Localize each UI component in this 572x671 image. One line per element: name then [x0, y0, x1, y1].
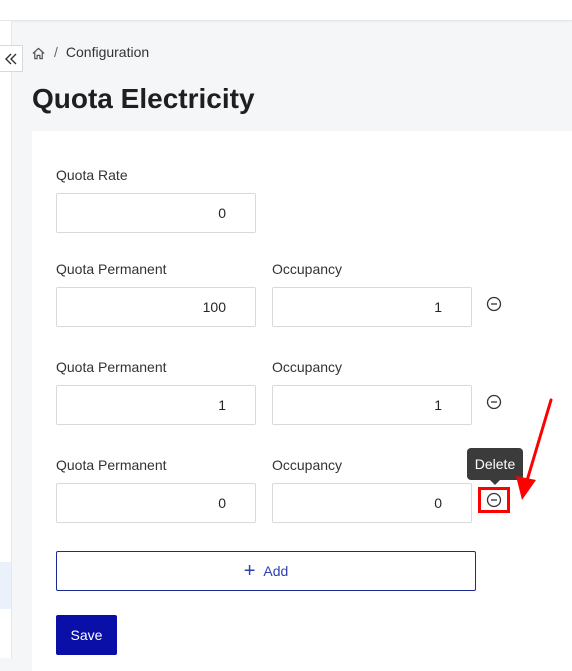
plus-icon: + [243, 560, 256, 582]
annotation-arrow-icon [516, 398, 553, 500]
delete-row-button[interactable] [485, 393, 503, 411]
breadcrumb-separator: / [54, 44, 58, 60]
double-chevron-left-icon [5, 53, 17, 64]
delete-row-button[interactable] [485, 491, 503, 509]
breadcrumb-current[interactable]: Configuration [66, 44, 149, 60]
minus-circle-icon [486, 296, 502, 312]
sidebar-active-item[interactable] [0, 562, 11, 609]
quota-permanent-input[interactable] [56, 385, 256, 425]
delete-row-button[interactable] [485, 295, 503, 313]
top-bar [0, 0, 572, 21]
occupancy-label: Occupancy [272, 261, 343, 277]
quota-permanent-label: Quota Permanent [56, 261, 167, 277]
sidebar [0, 21, 12, 658]
home-icon[interactable] [31, 46, 46, 61]
occupancy-input[interactable] [272, 483, 472, 523]
quota-rate-input[interactable] [56, 193, 256, 233]
collapse-sidebar-button[interactable] [0, 45, 23, 72]
minus-circle-icon [486, 394, 502, 410]
occupancy-input[interactable] [272, 385, 472, 425]
add-button-label: Add [263, 563, 289, 579]
quota-rate-label: Quota Rate [56, 167, 128, 183]
quota-permanent-input[interactable] [56, 483, 256, 523]
quota-permanent-label: Quota Permanent [56, 359, 167, 375]
breadcrumb: / Configuration [31, 43, 149, 61]
page-title: Quota Electricity [32, 83, 255, 114]
quota-permanent-label: Quota Permanent [56, 457, 167, 473]
minus-circle-icon [486, 492, 502, 508]
save-button[interactable]: Save [56, 615, 117, 655]
occupancy-label: Occupancy [272, 359, 343, 375]
occupancy-input[interactable] [272, 287, 472, 327]
occupancy-label: Occupancy [272, 457, 343, 473]
add-row-button[interactable]: + Add [56, 551, 476, 591]
quota-permanent-input[interactable] [56, 287, 256, 327]
tooltip-arrow [490, 480, 500, 485]
